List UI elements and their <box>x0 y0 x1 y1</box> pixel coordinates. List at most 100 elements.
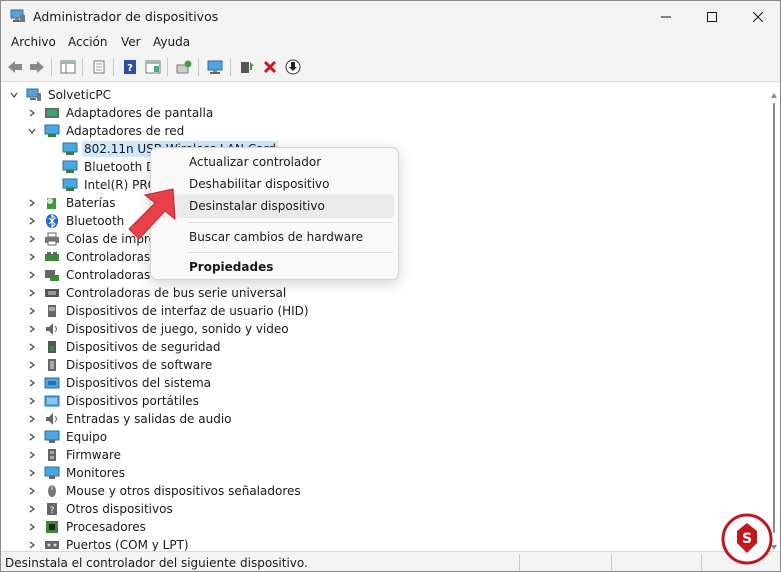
tree-item-bluetooth[interactable]: Bluetooth <box>26 212 126 230</box>
ctx-buscar-cambios-hardware[interactable]: Buscar cambios de hardware <box>157 225 394 249</box>
forward-button[interactable] <box>27 58 47 76</box>
maximize-button[interactable] <box>689 1 735 32</box>
menu-ver[interactable]: Ver <box>121 35 141 49</box>
display-adapter-icon <box>44 106 60 120</box>
chevron-right-icon[interactable] <box>26 341 38 353</box>
tree-item-adaptadores-red[interactable]: Adaptadores de red <box>26 122 186 140</box>
chevron-right-icon[interactable] <box>26 539 38 551</box>
menu-ayuda[interactable]: Ayuda <box>153 35 190 49</box>
back-button[interactable] <box>5 58 25 76</box>
ports-icon <box>44 538 60 551</box>
show-hidden-view-icon[interactable] <box>143 58 163 76</box>
chevron-right-icon[interactable] <box>26 305 38 317</box>
toolbar: ? <box>1 53 780 82</box>
chevron-right-icon[interactable] <box>26 359 38 371</box>
chevron-right-icon[interactable] <box>26 467 38 479</box>
minimize-button[interactable] <box>643 1 689 32</box>
tree-item-procesadores[interactable]: Procesadores <box>26 518 148 536</box>
tree-item-controladoras-d[interactable]: Controladoras d <box>26 266 164 284</box>
other-devices-icon: ? <box>44 502 60 516</box>
tree-item-usb[interactable]: Controladoras de bus serie universal <box>26 284 288 302</box>
sound-icon <box>44 322 60 336</box>
ctx-desinstalar-dispositivo[interactable]: Desinstalar dispositivo <box>157 194 394 218</box>
chevron-right-icon[interactable] <box>26 503 38 515</box>
tree-item-adaptadores-pantalla[interactable]: Adaptadores de pantalla <box>26 104 215 122</box>
menu-bar: Archivo Acción Ver Ayuda <box>1 32 780 53</box>
chevron-right-icon[interactable] <box>26 215 38 227</box>
security-icon <box>44 340 60 354</box>
chevron-right-icon[interactable] <box>26 431 38 443</box>
toolbar-separator <box>230 58 231 76</box>
device-manager-app-icon <box>10 9 26 23</box>
chevron-right-icon[interactable] <box>26 521 38 533</box>
scrollbar-thumb[interactable] <box>773 103 775 533</box>
chevron-down-icon[interactable] <box>8 89 20 101</box>
context-menu: Actualizar controlador Deshabilitar disp… <box>150 147 399 280</box>
chevron-right-icon[interactable] <box>26 107 38 119</box>
tree-item-monitores[interactable]: Monitores <box>26 464 127 482</box>
device-manager-window: Administrador de dispositivos Archivo Ac… <box>0 0 781 572</box>
ctx-propiedades[interactable]: Propiedades <box>157 255 394 279</box>
update-driver-icon[interactable] <box>174 58 194 76</box>
tree-item-hid[interactable]: Dispositivos de interfaz de usuario (HID… <box>26 302 311 320</box>
usb-icon <box>44 286 60 300</box>
tree-item-firmware[interactable]: Firmware <box>26 446 123 464</box>
ctx-actualizar-controlador[interactable]: Actualizar controlador <box>157 150 394 174</box>
tree-item-audio[interactable]: Entradas y salidas de audio <box>26 410 234 428</box>
menu-accion[interactable]: Acción <box>68 35 107 49</box>
portable-icon <box>44 394 60 408</box>
chevron-right-icon[interactable] <box>26 269 38 281</box>
chevron-right-icon[interactable] <box>26 233 38 245</box>
ctx-deshabilitar-dispositivo[interactable]: Deshabilitar dispositivo <box>157 172 394 196</box>
firmware-icon <box>44 448 60 462</box>
battery-icon <box>44 196 60 210</box>
printer-icon <box>44 232 60 246</box>
network-adapter-icon <box>62 178 78 192</box>
uninstall-device-icon[interactable] <box>260 58 280 76</box>
chevron-right-icon[interactable] <box>26 377 38 389</box>
chevron-right-icon[interactable] <box>26 395 38 407</box>
window-title: Administrador de dispositivos <box>33 9 219 24</box>
scroll-up-icon[interactable] <box>771 87 777 101</box>
status-divider <box>701 554 702 571</box>
tree-item-sistema[interactable]: Dispositivos del sistema <box>26 374 213 392</box>
tree-item-seguridad[interactable]: Dispositivos de seguridad <box>26 338 222 356</box>
enable-device-icon[interactable] <box>237 58 257 76</box>
audio-icon <box>44 412 60 426</box>
chevron-right-icon[interactable] <box>26 197 38 209</box>
chevron-right-icon[interactable] <box>26 323 38 335</box>
ctx-separator <box>188 252 393 253</box>
solvetic-logo-icon: S <box>721 513 773 565</box>
chevron-right-icon[interactable] <box>26 251 38 263</box>
tree-item-baterias[interactable]: Baterías <box>26 194 118 212</box>
tree-item-puertos[interactable]: Puertos (COM y LPT) <box>26 536 191 551</box>
system-icon <box>44 376 60 390</box>
scan-hardware-icon[interactable] <box>206 58 226 76</box>
toolbar-separator <box>113 58 114 76</box>
properties-sheet-icon[interactable] <box>89 58 109 76</box>
tree-item-otros[interactable]: ? Otros dispositivos <box>26 500 175 518</box>
tree-item-software[interactable]: Dispositivos de software <box>26 356 214 374</box>
menu-archivo[interactable]: Archivo <box>11 35 56 49</box>
tree-item-sonido-video[interactable]: Dispositivos de juego, sonido y video <box>26 320 291 338</box>
svg-text:?: ? <box>127 63 133 74</box>
processor-icon <box>44 520 60 534</box>
show-hide-console-tree-icon[interactable] <box>58 58 78 76</box>
chevron-right-icon[interactable] <box>26 413 38 425</box>
tree-item-portatiles[interactable]: Dispositivos portátiles <box>26 392 201 410</box>
vertical-scrollbar[interactable] <box>767 83 780 551</box>
toolbar-separator <box>51 58 52 76</box>
tree-item-controladoras-a[interactable]: Controladoras A <box>26 248 164 266</box>
download-driver-icon[interactable] <box>283 58 303 76</box>
tree-item-mouse[interactable]: Mouse y otros dispositivos señaladores <box>26 482 303 500</box>
chevron-right-icon[interactable] <box>26 485 38 497</box>
tree-item-equipo[interactable]: Equipo <box>26 428 109 446</box>
computer-icon <box>26 88 42 102</box>
computer-icon <box>44 430 60 444</box>
chevron-right-icon[interactable] <box>26 449 38 461</box>
close-button[interactable] <box>735 1 780 32</box>
chevron-right-icon[interactable] <box>26 287 38 299</box>
chevron-down-icon[interactable] <box>26 125 38 137</box>
help-icon[interactable]: ? <box>120 58 140 76</box>
tree-root[interactable]: SolveticPC <box>8 86 113 104</box>
